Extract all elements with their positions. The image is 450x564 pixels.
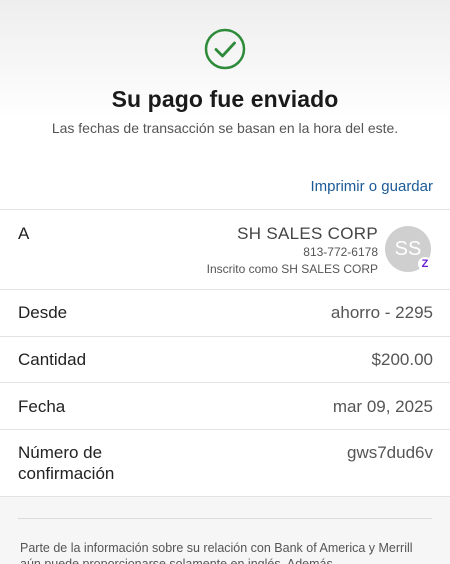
date-label: Fecha <box>18 397 66 416</box>
zelle-badge-icon: Z <box>418 257 432 271</box>
page-subtitle: Las fechas de transacción se basan en la… <box>51 120 399 136</box>
footer-divider <box>18 518 432 519</box>
payee-enrolled-as: Inscrito como SH SALES CORP <box>206 262 378 276</box>
footer-disclaimer: Parte de la información sobre su relació… <box>20 541 413 564</box>
date-value: mar 09, 2025 <box>332 397 433 416</box>
to-label: A <box>18 224 30 243</box>
divider <box>0 209 450 210</box>
divider <box>0 336 450 337</box>
confirmation-label-line2: confirmación <box>18 464 115 483</box>
amount-label: Cantidad <box>18 350 87 369</box>
header-area <box>0 0 450 168</box>
from-value: ahorro - 2295 <box>330 303 433 322</box>
page-title: Su pago fue enviado <box>111 86 339 112</box>
payee-name: SH SALES CORP <box>237 224 378 243</box>
confirmation-value: gws7dud6v <box>346 443 433 462</box>
from-label: Desde <box>18 303 68 322</box>
confirmation-label-line1: Número de <box>18 443 103 462</box>
divider <box>0 429 450 430</box>
payee-phone: 813-772-6178 <box>303 245 378 259</box>
check-circle-icon <box>204 28 246 70</box>
divider <box>0 289 450 290</box>
footer: Parte de la información sobre su relació… <box>0 497 450 564</box>
divider <box>0 382 450 383</box>
amount-value: $200.00 <box>371 350 433 369</box>
print-or-save-link[interactable]: Imprimir o guardar <box>310 178 433 195</box>
